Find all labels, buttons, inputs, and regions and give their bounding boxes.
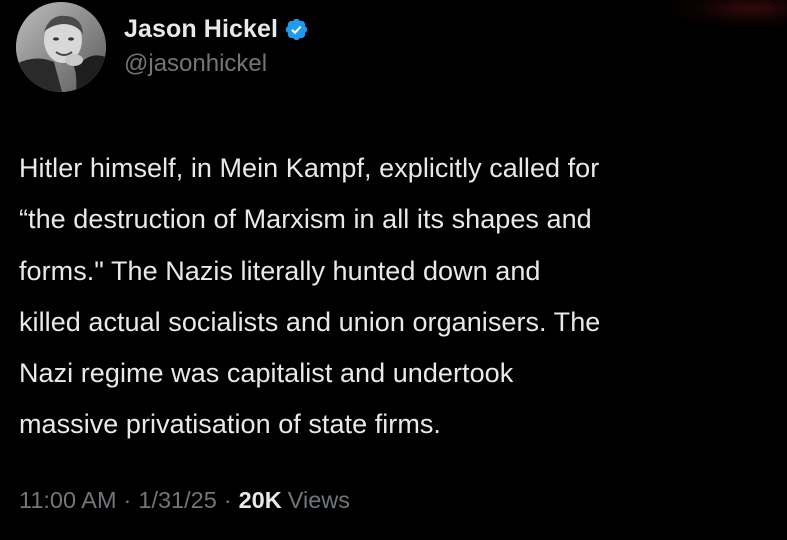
tweet-card: Jason Hickel @jasonhickel Hitler himself… xyxy=(0,0,787,540)
avatar[interactable] xyxy=(16,2,106,92)
profile-photo xyxy=(16,2,106,92)
meta-separator: · xyxy=(223,487,232,513)
views-count: 20K xyxy=(238,487,282,513)
author-display-name[interactable]: Jason Hickel xyxy=(124,15,278,44)
tweet-text: Hitler himself, in Mein Kampf, explicitl… xyxy=(19,153,601,440)
author-handle[interactable]: @jasonhickel xyxy=(124,50,267,78)
corner-glow xyxy=(667,0,787,28)
tweet-date[interactable]: 1/31/25 xyxy=(138,487,216,513)
tweet-meta: 11:00 AM · 1/31/25 · 20K Views xyxy=(19,487,350,514)
meta-separator: · xyxy=(123,487,132,513)
verified-badge-icon xyxy=(284,17,309,42)
author-name-row[interactable]: Jason Hickel xyxy=(124,12,309,46)
views-label: Views xyxy=(287,487,350,513)
tweet-time[interactable]: 11:00 AM xyxy=(19,487,117,513)
